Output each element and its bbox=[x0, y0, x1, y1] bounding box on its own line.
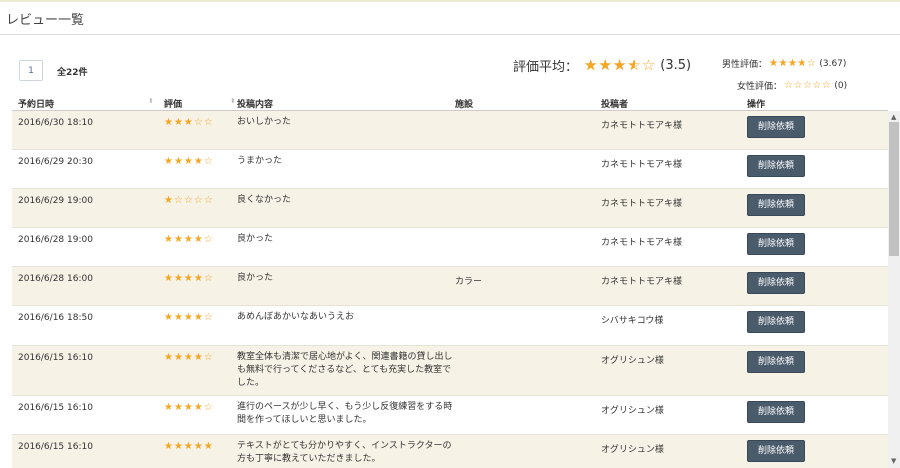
delete-request-button[interactable]: 削除依頼 bbox=[747, 116, 805, 138]
row-date: 2016/6/15 16:10 bbox=[18, 442, 93, 452]
table-row: 2016/6/15 16:10 ★★★★☆ 進行のペースが少し早く、もう少し反復… bbox=[12, 396, 888, 435]
delete-request-button[interactable]: 削除依頼 bbox=[747, 311, 805, 333]
row-poster: カネモトトモアキ様 bbox=[601, 121, 683, 131]
average-rating-score: (3.5) bbox=[660, 57, 692, 73]
row-poster: オグリシュン様 bbox=[601, 445, 664, 455]
row-date: 2016/6/15 16:10 bbox=[18, 403, 93, 413]
delete-request-button[interactable]: 削除依頼 bbox=[747, 440, 805, 462]
row-rating-stars: ★★★★☆ bbox=[164, 234, 214, 245]
row-content: おいしかった bbox=[237, 117, 292, 127]
average-rating-stars: ☆☆☆☆☆ ★★★★☆ bbox=[584, 56, 657, 74]
row-content: テキストがとても分かりやすく、インストラクターの方も丁寧に教えていただきました。 bbox=[237, 441, 452, 464]
row-rating-stars: ★★★★☆ bbox=[164, 402, 214, 413]
row-content: あめんぼあかいなあいうえお bbox=[237, 312, 355, 322]
column-header-facility: 施設 bbox=[455, 100, 474, 110]
female-rating: 女性評価： ☆☆☆☆☆ (0) bbox=[737, 79, 847, 92]
delete-request-button[interactable]: 削除依頼 bbox=[747, 233, 805, 255]
male-rating: 男性評価： ☆☆☆☆☆ ★★★★☆ (3.67) bbox=[722, 57, 846, 70]
table-row: 2016/6/15 16:10 ★★★★☆ 教室全体も清潔で居心地がよく、関連書… bbox=[12, 346, 888, 396]
page-1-button[interactable]: 1 bbox=[19, 60, 43, 81]
delete-request-button[interactable]: 削除依頼 bbox=[747, 194, 805, 216]
row-date: 2016/6/16 18:50 bbox=[18, 313, 93, 323]
table-row: 2016/6/29 19:00 ★☆☆☆☆ 良くなかった カネモトトモアキ様 削… bbox=[12, 189, 888, 228]
average-rating: 評価平均： ☆☆☆☆☆ ★★★★☆ (3.5) bbox=[513, 56, 692, 75]
row-content: 進行のペースが少し早く、もう少し反復練習をする時間を作ってほしいと思いました。 bbox=[237, 402, 453, 425]
row-rating-stars: ★★★★☆ bbox=[164, 352, 214, 363]
row-rating-stars: ★☆☆☆☆ bbox=[164, 195, 214, 206]
row-content: 良かった bbox=[237, 234, 274, 244]
row-poster: シバサキコウ様 bbox=[601, 316, 664, 326]
table-row: 2016/6/29 20:30 ★★★★☆ うまかった カネモトトモアキ様 削除… bbox=[12, 150, 888, 189]
delete-request-button[interactable]: 削除依頼 bbox=[747, 272, 805, 294]
row-date: 2016/6/29 20:30 bbox=[18, 157, 93, 167]
row-content: 良くなかった bbox=[237, 195, 292, 205]
row-rating-stars: ★★★★☆ bbox=[164, 273, 214, 284]
table-row: 2016/6/28 16:00 ★★★★☆ 良かった カラー カネモトトモアキ様… bbox=[12, 267, 888, 306]
row-content: うまかった bbox=[237, 156, 283, 166]
column-header-rating[interactable]: 評価 bbox=[164, 97, 182, 111]
male-star-fill: ★★★★☆ bbox=[769, 58, 804, 69]
table-row: 2016/6/16 18:50 ★★★★☆ あめんぼあかいなあいうえお シバサキ… bbox=[12, 306, 888, 346]
row-date: 2016/6/15 16:10 bbox=[18, 353, 93, 363]
sort-icon[interactable]: ⬍ bbox=[230, 98, 236, 105]
delete-request-button[interactable]: 削除依頼 bbox=[747, 401, 805, 423]
delete-request-button[interactable]: 削除依頼 bbox=[747, 351, 805, 373]
row-poster: カネモトトモアキ様 bbox=[601, 238, 683, 248]
review-table-body: 2016/6/30 18:10 ★★★☆☆ おいしかった カネモトトモアキ様 削… bbox=[12, 111, 888, 468]
scroll-up-arrow-icon[interactable]: ▲ bbox=[891, 113, 896, 121]
female-rating-label: 女性評価： bbox=[737, 82, 783, 92]
female-rating-score: (0) bbox=[834, 80, 848, 91]
row-rating-stars: ★★★★☆ bbox=[164, 312, 214, 323]
row-poster: カネモトトモアキ様 bbox=[601, 160, 683, 170]
row-date: 2016/6/28 16:00 bbox=[18, 274, 93, 284]
female-rating-stars: ☆☆☆☆☆ bbox=[784, 80, 832, 91]
sort-icon[interactable]: ⬍ bbox=[148, 98, 154, 105]
column-header-action: 操作 bbox=[747, 100, 766, 110]
row-poster: カネモトトモアキ様 bbox=[601, 277, 683, 287]
row-date: 2016/6/29 19:00 bbox=[18, 196, 93, 206]
table-row: 2016/6/28 19:00 ★★★★☆ 良かった カネモトトモアキ様 削除依… bbox=[12, 228, 888, 267]
column-header-date[interactable]: 予約日時 bbox=[18, 97, 54, 111]
row-date: 2016/6/28 19:00 bbox=[18, 235, 93, 245]
row-poster: オグリシュン様 bbox=[601, 406, 664, 416]
title-divider bbox=[0, 34, 900, 35]
top-accent-line bbox=[0, 0, 900, 2]
row-content: 教室全体も清潔で居心地がよく、関連書籍の貸し出しも無料で行ってくださるなど、とて… bbox=[237, 352, 453, 388]
table-row: 2016/6/15 16:10 ★★★★★ テキストがとても分かりやすく、インス… bbox=[12, 435, 888, 468]
column-header-content: 投稿内容 bbox=[237, 100, 274, 110]
row-poster: オグリシュン様 bbox=[601, 356, 664, 366]
row-rating-stars: ★★★★☆ bbox=[164, 156, 214, 167]
male-rating-label: 男性評価： bbox=[722, 60, 768, 70]
page-title: レビュー一覧 bbox=[6, 13, 85, 28]
row-rating-stars: ★★★★★ bbox=[164, 441, 214, 452]
scroll-down-arrow-icon[interactable]: ▼ bbox=[891, 457, 896, 465]
row-date: 2016/6/30 18:10 bbox=[18, 118, 93, 128]
total-count: 全22件 bbox=[57, 68, 88, 78]
delete-request-button[interactable]: 削除依頼 bbox=[747, 155, 805, 177]
male-rating-stars: ☆☆☆☆☆ ★★★★☆ bbox=[769, 58, 817, 69]
table-row: 2016/6/30 18:10 ★★★☆☆ おいしかった カネモトトモアキ様 削… bbox=[12, 111, 888, 150]
scrollbar-thumb[interactable] bbox=[889, 122, 899, 256]
male-rating-score: (3.67) bbox=[819, 58, 847, 69]
row-facility: カラー bbox=[455, 277, 483, 287]
row-content: 良かった bbox=[237, 273, 274, 283]
average-star-fill: ★★★★☆ bbox=[584, 56, 635, 74]
average-rating-label: 評価平均： bbox=[513, 59, 579, 75]
row-poster: カネモトトモアキ様 bbox=[601, 199, 683, 209]
column-header-poster: 投稿者 bbox=[601, 100, 629, 110]
row-rating-stars: ★★★☆☆ bbox=[164, 117, 214, 128]
